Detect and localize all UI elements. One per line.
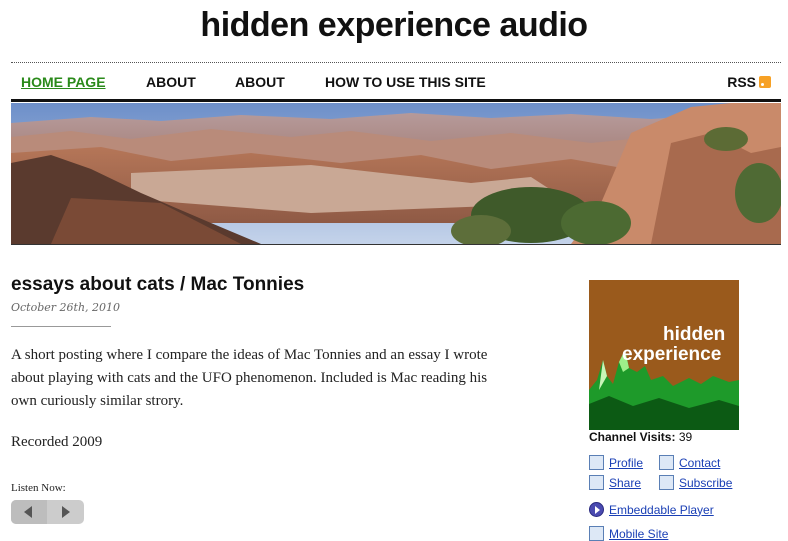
- rss-label: RSS: [727, 74, 756, 90]
- nav-rss[interactable]: RSS: [727, 74, 771, 90]
- main-nav: HOME PAGE ABOUT ABOUT HOW TO USE THIS SI…: [11, 70, 781, 94]
- date-divider: [11, 326, 111, 327]
- embeddable-player-label: Embeddable Player: [609, 502, 714, 517]
- embeddable-player-link[interactable]: Embeddable Player: [589, 502, 714, 517]
- mobile-phone-icon: [589, 526, 604, 541]
- mail-icon: [659, 455, 674, 470]
- nav-divider: [11, 99, 781, 102]
- artwork-line-2: experience: [622, 344, 722, 365]
- post-recorded: Recorded 2009: [11, 434, 103, 450]
- nav-about[interactable]: ABOUT: [146, 74, 196, 90]
- header-divider: [11, 62, 781, 63]
- mobile-site-link[interactable]: Mobile Site: [589, 526, 668, 541]
- share-link[interactable]: Share: [589, 475, 641, 490]
- mobile-site-label: Mobile Site: [609, 526, 669, 541]
- post-body: A short posting where I compare the idea…: [11, 347, 488, 409]
- nav-about-2[interactable]: ABOUT: [235, 74, 285, 90]
- audio-player: [11, 500, 84, 524]
- channel-visits: Channel Visits: 39: [589, 430, 692, 444]
- podcast-artwork[interactable]: hidden experience: [589, 280, 739, 430]
- artwork-line-1: hidden: [663, 324, 726, 345]
- play-icon[interactable]: [47, 500, 84, 524]
- channel-visits-count: 39: [678, 430, 693, 444]
- plus-icon: [659, 475, 674, 490]
- profile-link[interactable]: Profile: [589, 455, 643, 470]
- share-arrow-icon: [589, 475, 604, 490]
- profile-label: Profile: [609, 455, 644, 470]
- previous-icon[interactable]: [11, 500, 47, 524]
- share-label: Share: [609, 475, 642, 490]
- subscribe-link[interactable]: Subscribe: [659, 475, 732, 490]
- nav-how-to-use[interactable]: HOW TO USE THIS SITE: [325, 74, 486, 90]
- rss-icon: [759, 76, 771, 88]
- post-title[interactable]: essays about cats / Mac Tonnies: [11, 274, 304, 296]
- profile-icon: [589, 455, 604, 470]
- site-title[interactable]: hidden experience audio: [0, 6, 788, 45]
- header-banner-image: [11, 103, 781, 245]
- contact-label: Contact: [679, 455, 721, 470]
- contact-link[interactable]: Contact: [659, 455, 720, 470]
- nav-home-page[interactable]: HOME PAGE: [21, 74, 106, 90]
- subscribe-label: Subscribe: [679, 475, 733, 490]
- post-date: October 26th, 2010: [11, 301, 121, 314]
- listen-now-label: Listen Now:: [11, 482, 66, 494]
- play-circle-icon: [589, 502, 604, 517]
- channel-visits-label: Channel Visits:: [589, 430, 676, 444]
